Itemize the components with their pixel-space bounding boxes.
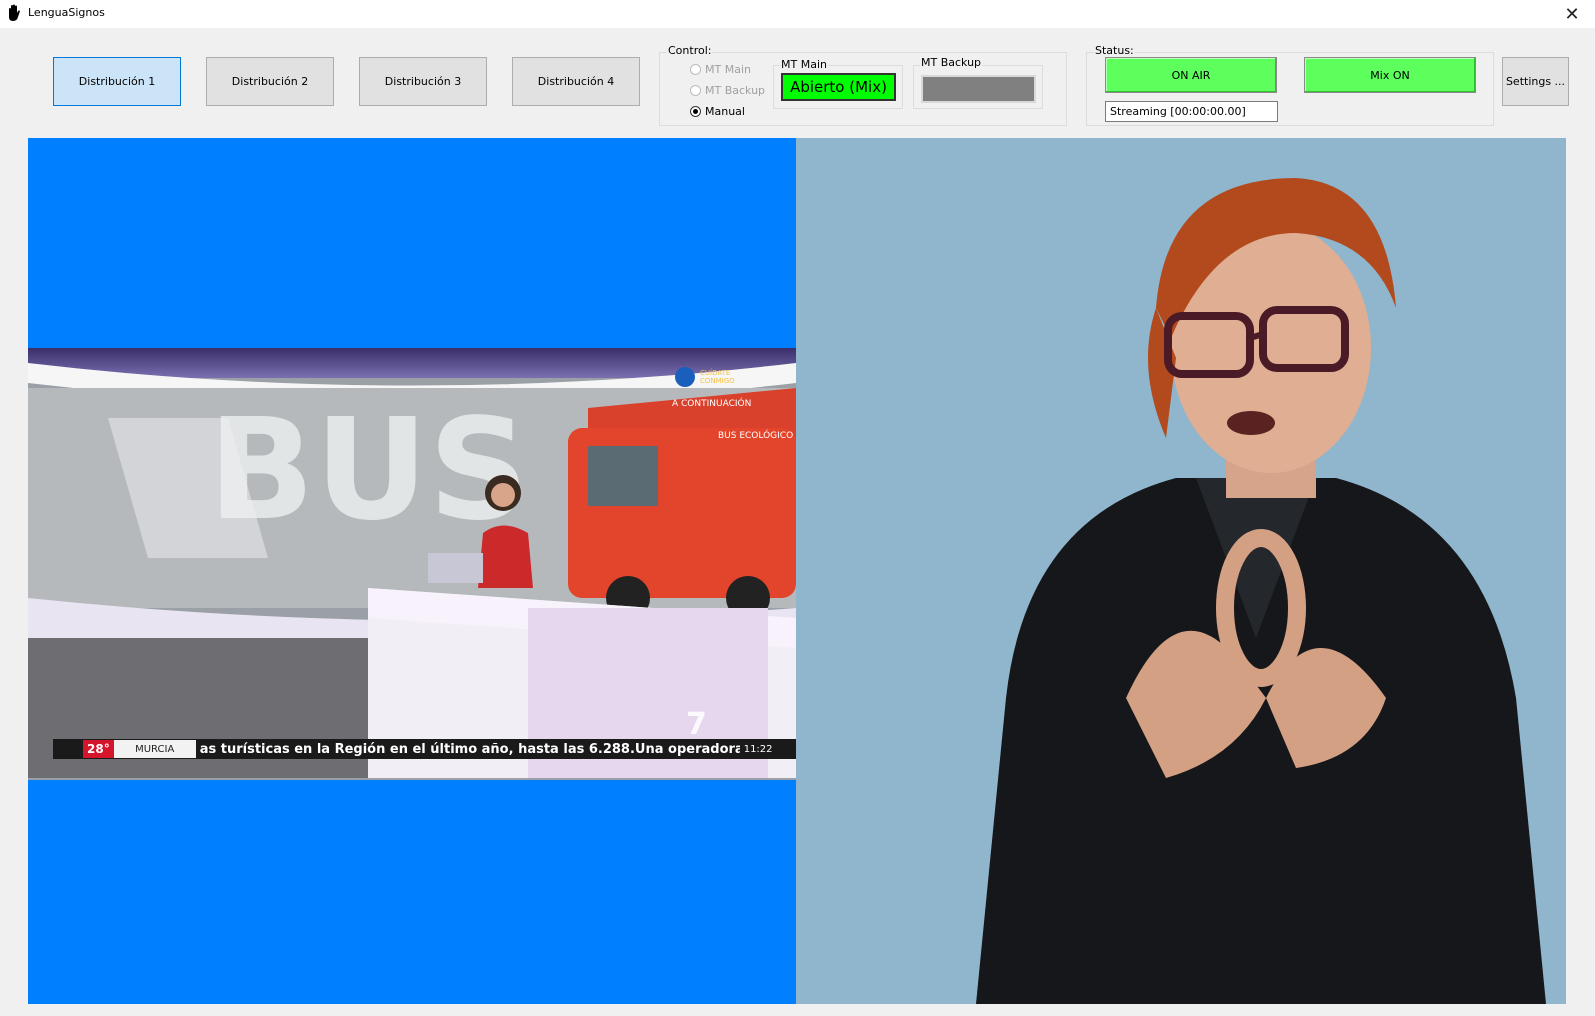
channel-watermark: 7 <box>686 707 707 742</box>
radio-mt-backup[interactable]: MT Backup <box>690 82 765 98</box>
settings-label: Settings ... <box>1505 75 1566 88</box>
settings-button[interactable]: Settings ... <box>1502 57 1569 106</box>
on-air-label: ON AIR <box>1171 68 1211 82</box>
svg-text:CONMIGO: CONMIGO <box>700 377 735 385</box>
bus-side-text: BUS ECOLÓGICO <box>718 429 793 441</box>
radio-circle <box>690 84 701 96</box>
on-air-button[interactable]: ON AIR <box>1105 57 1277 93</box>
control-group: Control: MT Main MT Backup Manual MT Mai… <box>659 44 1067 126</box>
window-title: LenguaSignos <box>28 6 105 19</box>
streaming-status-text: Streaming [00:00:00.00] <box>1110 105 1246 118</box>
close-icon: ✕ <box>1564 3 1580 25</box>
ticker-temperature: 28° <box>83 740 114 758</box>
distribution-4-button[interactable]: Distribución 4 <box>512 57 640 106</box>
ticker-city: MURCIA <box>113 740 196 758</box>
distribution-3-label: Distribución 3 <box>384 75 462 88</box>
mt-backup-label: MT Backup <box>920 56 983 69</box>
radio-manual[interactable]: Manual <box>690 103 745 119</box>
distribution-1-button[interactable]: Distribución 1 <box>53 57 181 106</box>
svg-text:CUÍDATE: CUÍDATE <box>700 368 730 377</box>
promo-text: A CONTINUACIÓN <box>672 397 751 409</box>
distribution-4-label: Distribución 4 <box>537 75 615 88</box>
svg-text:BUS: BUS <box>208 389 529 552</box>
ticker-time: 11:22 <box>743 743 773 755</box>
news-studio-frame: BUS BUS ECOLÓGICO CUÍDATE CONMIGO A CONT… <box>28 348 796 780</box>
radio-circle-checked <box>690 105 701 117</box>
mt-main-status-text: Abierto (Mix) <box>790 78 887 96</box>
close-window-button[interactable]: ✕ <box>1549 0 1595 28</box>
news-ticker: 28° MURCIA as turísticas en la Región en… <box>53 739 796 759</box>
mt-backup-group: MT Backup <box>913 56 1043 109</box>
title-bar: LenguaSignos ✕ <box>0 0 1595 28</box>
control-label: Control: <box>667 44 713 57</box>
mix-on-label: Mix ON <box>1370 68 1410 82</box>
sign-language-preview <box>796 138 1566 1004</box>
interpreter-video-frame <box>796 138 1566 1004</box>
mt-main-group: MT Main Abierto (Mix) <box>773 58 903 109</box>
radio-mt-main-label: MT Main <box>705 62 751 76</box>
radio-mt-backup-label: MT Backup <box>705 83 766 97</box>
mt-backup-status-indicator <box>921 75 1036 103</box>
hand-icon <box>9 4 20 21</box>
mt-main-label: MT Main <box>780 58 828 71</box>
ticker-headline: as turísticas en la Región en el último … <box>199 741 740 757</box>
distribution-1-label: Distribución 1 <box>78 75 156 88</box>
distribution-3-button[interactable]: Distribución 3 <box>359 57 487 106</box>
distribution-2-button[interactable]: Distribución 2 <box>206 57 334 106</box>
radio-circle <box>690 63 701 75</box>
status-label: Status: <box>1094 44 1135 57</box>
mt-main-status-indicator: Abierto (Mix) <box>781 73 896 101</box>
distribution-2-label: Distribución 2 <box>231 75 309 88</box>
radio-mt-main[interactable]: MT Main <box>690 61 751 77</box>
radio-manual-label: Manual <box>705 104 745 118</box>
program-preview: BUS BUS ECOLÓGICO CUÍDATE CONMIGO A CONT… <box>28 138 796 1004</box>
streaming-status-field: Streaming [00:00:00.00] <box>1105 101 1278 122</box>
mix-on-button[interactable]: Mix ON <box>1304 57 1476 93</box>
